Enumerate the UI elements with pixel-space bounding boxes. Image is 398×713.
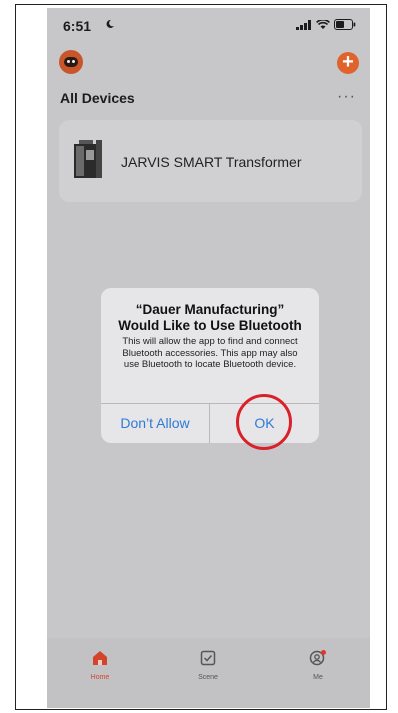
more-button[interactable]: ··· — [337, 88, 356, 106]
home-icon — [93, 651, 107, 665]
header: + — [47, 48, 370, 78]
device-thumbnail-icon — [74, 140, 102, 178]
wifi-icon — [316, 19, 330, 29]
tab-me-label: Me — [313, 674, 323, 681]
dialog-title: “Dauer Manufacturing” Would Like to Use … — [118, 302, 302, 333]
device-name: JARVIS SMART Transformer — [121, 154, 302, 170]
tab-scene[interactable]: Scene — [178, 650, 238, 681]
robot-face-icon — [64, 57, 78, 67]
device-card[interactable]: JARVIS SMART Transformer — [59, 120, 362, 202]
dialog-message: This will allow the app to find and conn… — [122, 336, 298, 370]
tab-home-label: Home — [90, 674, 110, 681]
battery-icon — [334, 19, 356, 30]
highlight-circle — [236, 394, 292, 450]
tab-home[interactable]: Home — [70, 650, 130, 681]
tab-scene-label: Scene — [198, 674, 218, 681]
status-bar: 6:51 — [47, 8, 370, 42]
status-time: 6:51 — [63, 18, 92, 34]
phone-screen: 6:51 + All Devices ··· JARVIS SMART Tran… — [47, 8, 370, 708]
page-title: All Devices — [60, 90, 135, 106]
dont-allow-button[interactable]: Don’t Allow — [101, 403, 209, 443]
moon-icon — [106, 19, 114, 28]
checkbox-icon — [200, 650, 216, 666]
signal-icon — [296, 19, 311, 30]
tab-bar: Home Scene Me — [47, 638, 370, 708]
tab-me[interactable]: Me — [288, 650, 348, 681]
add-button[interactable]: + — [337, 52, 359, 74]
profile-icon — [309, 650, 326, 666]
status-icons — [296, 19, 356, 30]
avatar[interactable] — [59, 50, 83, 74]
